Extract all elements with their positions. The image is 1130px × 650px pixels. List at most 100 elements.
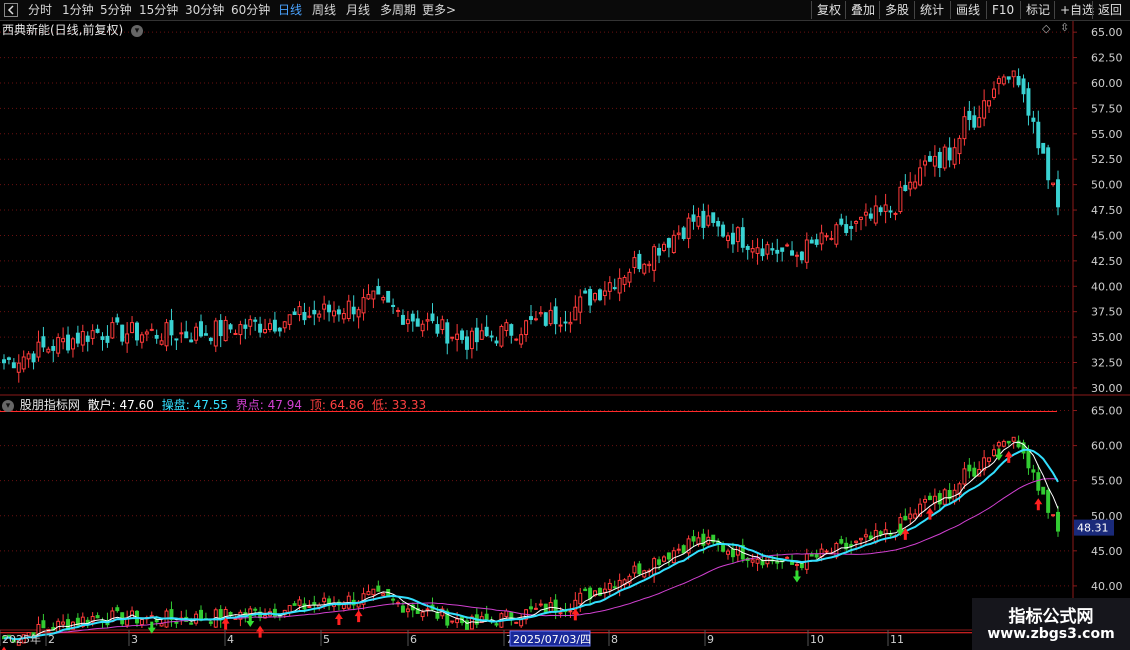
candle-body (1001, 76, 1006, 85)
indicator-candle-body (671, 550, 676, 564)
candle-body (307, 315, 312, 318)
indicator-candle-body (159, 623, 164, 627)
candle-body (66, 334, 71, 351)
indicator-candle-body (730, 548, 735, 558)
candle-body (282, 321, 287, 329)
main-y-tick-label: 50.00 (1091, 179, 1123, 192)
candle-body (844, 224, 849, 234)
main-chart-header: 西典新能(日线,前复权) ▾ (2, 21, 144, 39)
candle-body (647, 263, 652, 267)
indicator-candle-body (533, 607, 538, 610)
chevron-down-icon[interactable]: ▾ (131, 24, 144, 37)
indicator-candle-body (1011, 436, 1016, 442)
candle-body (1036, 121, 1041, 149)
candle-body (292, 311, 297, 315)
candle-body (1041, 142, 1046, 154)
indicator-candle-body (420, 611, 425, 618)
candle-body (272, 319, 277, 332)
candle-body (794, 254, 799, 257)
candle-body (125, 333, 130, 344)
candle-body (130, 322, 135, 334)
indicator-candle-body (612, 586, 617, 589)
diamond-icon[interactable]: ◇ (1042, 22, 1050, 35)
chevron-down-icon[interactable]: ▾ (2, 399, 14, 412)
candle-body (479, 330, 484, 340)
indicator-candle-body (854, 540, 859, 543)
indicator-candle-body (942, 489, 947, 505)
indicator-candle-body (95, 615, 100, 619)
indicator-candle-body (312, 602, 317, 606)
candle-body (253, 319, 258, 322)
indicator-candle-body (863, 534, 868, 538)
candle-body (529, 316, 533, 320)
indicator-candle-body (529, 606, 533, 610)
candle-body (745, 246, 750, 250)
candle-body (213, 320, 218, 347)
indicator-candle-body (130, 610, 135, 619)
candle-body (947, 147, 952, 161)
indicator-name: 股朋指标网 (19, 398, 80, 412)
indicator-candle-body (287, 605, 292, 613)
indicator-candle-body (189, 622, 194, 625)
candle-body (716, 220, 721, 227)
candle-body (829, 237, 834, 240)
candle-body (90, 330, 95, 339)
indicator-candle-body (750, 559, 755, 563)
indicator-y-tick-label: 45.00 (1091, 545, 1123, 558)
candle-body (70, 338, 75, 350)
candle-body (701, 210, 706, 228)
current-price-label: 48.31 (1077, 522, 1109, 535)
candle-body (263, 328, 268, 334)
candle-body (184, 331, 189, 339)
candle-body (923, 160, 927, 166)
indicator-candle-body (514, 621, 519, 624)
candle-body (937, 151, 942, 168)
candle-body (942, 146, 947, 169)
candle-body (519, 334, 524, 345)
candle-body (327, 304, 332, 313)
kline-chart[interactable]: 65.00 62.50 60.00 57.50 55.00 52.50 50.00 47.50… (0, 0, 1130, 650)
candle-body (489, 335, 494, 338)
candle-body (563, 321, 568, 324)
buy-arrow-icon (354, 610, 363, 623)
buy-arrow-icon (571, 608, 580, 621)
candle-body (987, 100, 992, 107)
candle-body (750, 248, 755, 253)
indicator-candle-body (425, 608, 430, 611)
candle-body (932, 155, 937, 167)
scroll-arrow-icon[interactable]: ⇳ (1060, 21, 1069, 34)
candle-body (770, 248, 775, 251)
indicator-candle-body (657, 559, 662, 565)
indicator-candle-body (154, 619, 159, 623)
candle-body (440, 319, 445, 331)
top-value: 64.86 (329, 398, 365, 412)
candle-body (135, 322, 139, 341)
indicator-candle-body (248, 608, 253, 615)
candle-body (711, 212, 716, 223)
indicator-candle-body (400, 605, 405, 613)
indicator-candle-body (455, 618, 460, 624)
buy-arrow-icon (256, 625, 265, 638)
candle-body (524, 320, 529, 336)
candle-body (31, 353, 36, 363)
candle-body (243, 324, 248, 329)
candle-body (868, 213, 873, 219)
candle-body (809, 239, 814, 244)
candle-body (780, 247, 785, 252)
buy-arrow-icon (334, 612, 343, 625)
indicator-candle-body (174, 621, 179, 624)
candle-body (775, 249, 780, 254)
candle-body (957, 137, 962, 155)
candle-body (376, 286, 381, 295)
indicator-candle-body (297, 599, 302, 606)
indicator-candle-body (376, 585, 381, 592)
candle-body (514, 338, 519, 341)
candle-body (696, 216, 701, 227)
candle-body (302, 311, 307, 321)
candle-body (435, 324, 440, 334)
candle-body (46, 348, 51, 353)
candle-body (863, 211, 868, 216)
candle-body (666, 238, 671, 248)
candle-body (686, 217, 691, 239)
x-axis-label: 9 (707, 633, 714, 646)
